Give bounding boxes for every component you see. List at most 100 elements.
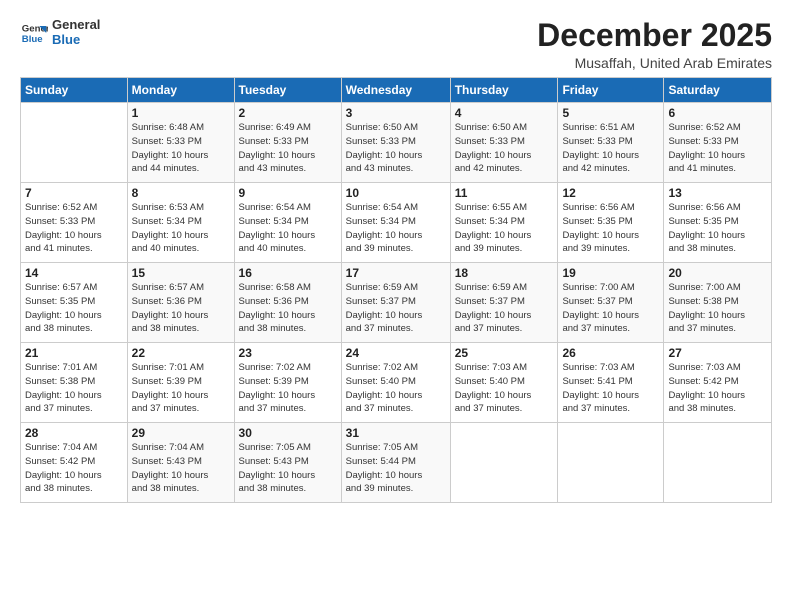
day-info: Sunrise: 6:59 AMSunset: 5:37 PMDaylight:… bbox=[455, 281, 554, 336]
day-info: Sunrise: 7:02 AMSunset: 5:40 PMDaylight:… bbox=[346, 361, 446, 416]
calendar-cell: 30Sunrise: 7:05 AMSunset: 5:43 PMDayligh… bbox=[234, 423, 341, 503]
calendar-cell: 4Sunrise: 6:50 AMSunset: 5:33 PMDaylight… bbox=[450, 103, 558, 183]
day-number: 23 bbox=[239, 346, 337, 360]
calendar-cell: 11Sunrise: 6:55 AMSunset: 5:34 PMDayligh… bbox=[450, 183, 558, 263]
calendar-cell: 27Sunrise: 7:03 AMSunset: 5:42 PMDayligh… bbox=[664, 343, 772, 423]
week-row-3: 14Sunrise: 6:57 AMSunset: 5:35 PMDayligh… bbox=[21, 263, 772, 343]
day-number: 2 bbox=[239, 106, 337, 120]
day-number: 13 bbox=[668, 186, 767, 200]
calendar-cell: 6Sunrise: 6:52 AMSunset: 5:33 PMDaylight… bbox=[664, 103, 772, 183]
day-info: Sunrise: 6:48 AMSunset: 5:33 PMDaylight:… bbox=[132, 121, 230, 176]
day-header-monday: Monday bbox=[127, 78, 234, 103]
day-info: Sunrise: 7:05 AMSunset: 5:44 PMDaylight:… bbox=[346, 441, 446, 496]
calendar-cell: 25Sunrise: 7:03 AMSunset: 5:40 PMDayligh… bbox=[450, 343, 558, 423]
day-number: 6 bbox=[668, 106, 767, 120]
day-number: 9 bbox=[239, 186, 337, 200]
day-number: 17 bbox=[346, 266, 446, 280]
day-info: Sunrise: 6:49 AMSunset: 5:33 PMDaylight:… bbox=[239, 121, 337, 176]
day-header-friday: Friday bbox=[558, 78, 664, 103]
day-info: Sunrise: 7:03 AMSunset: 5:40 PMDaylight:… bbox=[455, 361, 554, 416]
calendar-cell: 15Sunrise: 6:57 AMSunset: 5:36 PMDayligh… bbox=[127, 263, 234, 343]
title-block: December 2025 Musaffah, United Arab Emir… bbox=[537, 18, 772, 71]
calendar-cell: 7Sunrise: 6:52 AMSunset: 5:33 PMDaylight… bbox=[21, 183, 128, 263]
logo: General Blue General Blue bbox=[20, 18, 100, 48]
logo-line2: Blue bbox=[52, 33, 100, 48]
day-number: 14 bbox=[25, 266, 123, 280]
day-info: Sunrise: 6:56 AMSunset: 5:35 PMDaylight:… bbox=[562, 201, 659, 256]
days-header-row: SundayMondayTuesdayWednesdayThursdayFrid… bbox=[21, 78, 772, 103]
calendar-cell: 29Sunrise: 7:04 AMSunset: 5:43 PMDayligh… bbox=[127, 423, 234, 503]
week-row-1: 1Sunrise: 6:48 AMSunset: 5:33 PMDaylight… bbox=[21, 103, 772, 183]
day-number: 28 bbox=[25, 426, 123, 440]
calendar-cell: 8Sunrise: 6:53 AMSunset: 5:34 PMDaylight… bbox=[127, 183, 234, 263]
calendar-cell: 19Sunrise: 7:00 AMSunset: 5:37 PMDayligh… bbox=[558, 263, 664, 343]
day-number: 10 bbox=[346, 186, 446, 200]
day-number: 16 bbox=[239, 266, 337, 280]
day-number: 3 bbox=[346, 106, 446, 120]
calendar-cell: 20Sunrise: 7:00 AMSunset: 5:38 PMDayligh… bbox=[664, 263, 772, 343]
calendar-cell bbox=[664, 423, 772, 503]
header: General Blue General Blue December 2025 … bbox=[20, 18, 772, 71]
week-row-5: 28Sunrise: 7:04 AMSunset: 5:42 PMDayligh… bbox=[21, 423, 772, 503]
day-info: Sunrise: 7:01 AMSunset: 5:39 PMDaylight:… bbox=[132, 361, 230, 416]
day-number: 11 bbox=[455, 186, 554, 200]
week-row-4: 21Sunrise: 7:01 AMSunset: 5:38 PMDayligh… bbox=[21, 343, 772, 423]
calendar-cell: 26Sunrise: 7:03 AMSunset: 5:41 PMDayligh… bbox=[558, 343, 664, 423]
day-info: Sunrise: 6:52 AMSunset: 5:33 PMDaylight:… bbox=[25, 201, 123, 256]
day-info: Sunrise: 7:04 AMSunset: 5:42 PMDaylight:… bbox=[25, 441, 123, 496]
calendar-cell: 9Sunrise: 6:54 AMSunset: 5:34 PMDaylight… bbox=[234, 183, 341, 263]
day-info: Sunrise: 6:54 AMSunset: 5:34 PMDaylight:… bbox=[346, 201, 446, 256]
day-number: 5 bbox=[562, 106, 659, 120]
day-number: 26 bbox=[562, 346, 659, 360]
day-info: Sunrise: 6:57 AMSunset: 5:35 PMDaylight:… bbox=[25, 281, 123, 336]
day-number: 1 bbox=[132, 106, 230, 120]
day-info: Sunrise: 7:00 AMSunset: 5:37 PMDaylight:… bbox=[562, 281, 659, 336]
calendar: SundayMondayTuesdayWednesdayThursdayFrid… bbox=[20, 77, 772, 503]
logo-icon: General Blue bbox=[20, 19, 48, 47]
day-info: Sunrise: 6:59 AMSunset: 5:37 PMDaylight:… bbox=[346, 281, 446, 336]
day-number: 30 bbox=[239, 426, 337, 440]
day-number: 12 bbox=[562, 186, 659, 200]
day-info: Sunrise: 7:04 AMSunset: 5:43 PMDaylight:… bbox=[132, 441, 230, 496]
day-info: Sunrise: 7:01 AMSunset: 5:38 PMDaylight:… bbox=[25, 361, 123, 416]
day-info: Sunrise: 7:00 AMSunset: 5:38 PMDaylight:… bbox=[668, 281, 767, 336]
day-number: 8 bbox=[132, 186, 230, 200]
calendar-cell: 17Sunrise: 6:59 AMSunset: 5:37 PMDayligh… bbox=[341, 263, 450, 343]
day-number: 29 bbox=[132, 426, 230, 440]
calendar-cell: 1Sunrise: 6:48 AMSunset: 5:33 PMDaylight… bbox=[127, 103, 234, 183]
day-number: 21 bbox=[25, 346, 123, 360]
main-title: December 2025 bbox=[537, 18, 772, 53]
calendar-cell: 24Sunrise: 7:02 AMSunset: 5:40 PMDayligh… bbox=[341, 343, 450, 423]
calendar-cell: 3Sunrise: 6:50 AMSunset: 5:33 PMDaylight… bbox=[341, 103, 450, 183]
day-info: Sunrise: 6:58 AMSunset: 5:36 PMDaylight:… bbox=[239, 281, 337, 336]
day-header-wednesday: Wednesday bbox=[341, 78, 450, 103]
day-info: Sunrise: 6:51 AMSunset: 5:33 PMDaylight:… bbox=[562, 121, 659, 176]
svg-text:Blue: Blue bbox=[22, 34, 43, 45]
day-number: 15 bbox=[132, 266, 230, 280]
day-header-saturday: Saturday bbox=[664, 78, 772, 103]
calendar-cell: 21Sunrise: 7:01 AMSunset: 5:38 PMDayligh… bbox=[21, 343, 128, 423]
day-number: 19 bbox=[562, 266, 659, 280]
calendar-cell bbox=[450, 423, 558, 503]
day-header-thursday: Thursday bbox=[450, 78, 558, 103]
day-info: Sunrise: 6:52 AMSunset: 5:33 PMDaylight:… bbox=[668, 121, 767, 176]
day-header-sunday: Sunday bbox=[21, 78, 128, 103]
subtitle: Musaffah, United Arab Emirates bbox=[537, 55, 772, 71]
day-info: Sunrise: 6:55 AMSunset: 5:34 PMDaylight:… bbox=[455, 201, 554, 256]
day-info: Sunrise: 6:50 AMSunset: 5:33 PMDaylight:… bbox=[455, 121, 554, 176]
day-number: 22 bbox=[132, 346, 230, 360]
calendar-cell: 31Sunrise: 7:05 AMSunset: 5:44 PMDayligh… bbox=[341, 423, 450, 503]
calendar-cell: 10Sunrise: 6:54 AMSunset: 5:34 PMDayligh… bbox=[341, 183, 450, 263]
week-row-2: 7Sunrise: 6:52 AMSunset: 5:33 PMDaylight… bbox=[21, 183, 772, 263]
day-header-tuesday: Tuesday bbox=[234, 78, 341, 103]
day-number: 25 bbox=[455, 346, 554, 360]
day-number: 20 bbox=[668, 266, 767, 280]
page: General Blue General Blue December 2025 … bbox=[0, 0, 792, 612]
calendar-cell: 22Sunrise: 7:01 AMSunset: 5:39 PMDayligh… bbox=[127, 343, 234, 423]
calendar-cell bbox=[21, 103, 128, 183]
day-number: 27 bbox=[668, 346, 767, 360]
day-info: Sunrise: 6:54 AMSunset: 5:34 PMDaylight:… bbox=[239, 201, 337, 256]
day-number: 7 bbox=[25, 186, 123, 200]
day-info: Sunrise: 7:02 AMSunset: 5:39 PMDaylight:… bbox=[239, 361, 337, 416]
day-info: Sunrise: 7:05 AMSunset: 5:43 PMDaylight:… bbox=[239, 441, 337, 496]
